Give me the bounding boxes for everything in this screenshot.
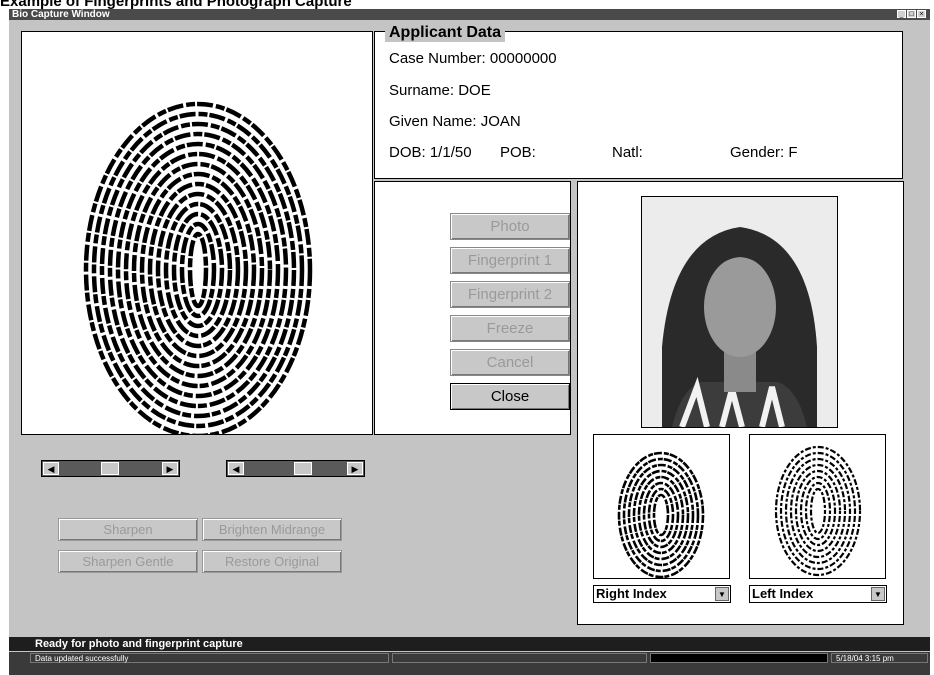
left-index-fingerprint-image xyxy=(774,445,862,577)
dob: DOB: 1/1/50 xyxy=(389,144,472,161)
left-finger-select[interactable]: Left Index ▼ xyxy=(749,585,887,603)
right-index-fingerprint-image xyxy=(617,451,705,579)
status-message: Ready for photo and fingerprint capture xyxy=(9,637,930,651)
slider-left[interactable]: ◀ ▶ xyxy=(41,460,180,477)
fingerprint-preview xyxy=(21,31,373,435)
right-finger-select-value: Right Index xyxy=(596,586,667,601)
surname: Surname: DOE xyxy=(389,82,491,99)
pob: POB: xyxy=(500,144,536,161)
nationality: Natl: xyxy=(612,144,643,161)
triangle-right-icon[interactable]: ▶ xyxy=(347,462,363,475)
left-index-fingerprint xyxy=(749,434,886,579)
brighten-midrange-button[interactable]: Brighten Midrange xyxy=(202,518,342,541)
fingerprint-image xyxy=(83,101,313,434)
triangle-down-icon[interactable]: ▼ xyxy=(715,587,729,601)
status-bar-middle xyxy=(392,653,647,663)
window-title: Bio Capture Window xyxy=(12,9,110,20)
right-index-fingerprint xyxy=(593,434,730,579)
status-bar-left: Data updated successfully xyxy=(30,653,389,663)
freeze-button[interactable]: Freeze xyxy=(450,315,570,342)
status-bar: Data updated successfully 5/18/04 3:15 p… xyxy=(9,652,930,675)
slider-right[interactable]: ◀ ▶ xyxy=(226,460,365,477)
right-finger-select[interactable]: Right Index ▼ xyxy=(593,585,731,603)
sharpen-button[interactable]: Sharpen xyxy=(58,518,198,541)
applicant-photo xyxy=(641,196,838,428)
triangle-left-icon[interactable]: ◀ xyxy=(228,462,244,475)
fingerprint-2-button[interactable]: Fingerprint 2 xyxy=(450,281,570,308)
slider-right-thumb[interactable] xyxy=(294,462,312,475)
triangle-down-icon[interactable]: ▼ xyxy=(871,587,885,601)
case-number: Case Number: 00000000 xyxy=(389,50,557,67)
fingerprint-1-button[interactable]: Fingerprint 1 xyxy=(450,247,570,274)
triangle-right-icon[interactable]: ▶ xyxy=(162,462,178,475)
left-finger-select-value: Left Index xyxy=(752,586,814,601)
sharpen-gentle-button[interactable]: Sharpen Gentle xyxy=(58,550,198,573)
portrait-image xyxy=(642,197,837,427)
applicant-data-legend: Applicant Data xyxy=(385,24,506,42)
window-titlebar: Bio Capture Window xyxy=(9,9,930,20)
restore-original-button[interactable]: Restore Original xyxy=(202,550,342,573)
status-bar-progress xyxy=(650,653,828,663)
cancel-button[interactable]: Cancel xyxy=(450,349,570,376)
photo-button[interactable]: Photo xyxy=(450,213,570,240)
maximize-button[interactable]: □ xyxy=(907,10,916,18)
slider-left-thumb[interactable] xyxy=(101,462,119,475)
minimize-button[interactable]: _ xyxy=(897,10,906,18)
status-bar-datetime: 5/18/04 3:15 pm xyxy=(831,653,928,663)
close-button[interactable]: Close xyxy=(450,383,570,410)
given-name: Given Name: JOAN xyxy=(389,113,521,130)
gender: Gender: F xyxy=(730,144,798,161)
close-window-button[interactable]: × xyxy=(917,10,926,18)
triangle-left-icon[interactable]: ◀ xyxy=(43,462,59,475)
